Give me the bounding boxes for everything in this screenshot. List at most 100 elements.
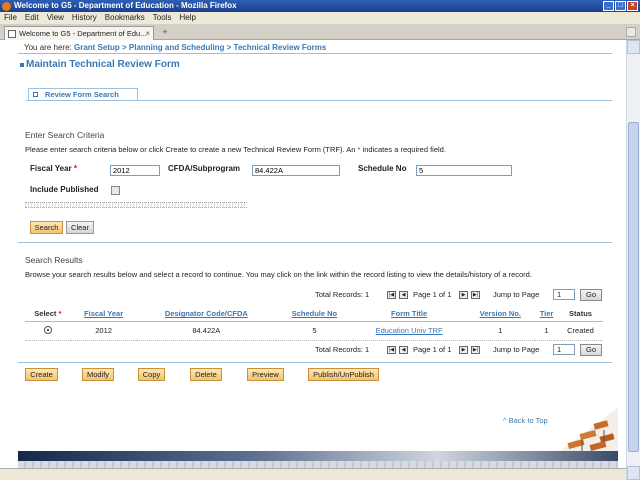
prev-page-icon[interactable]: ◀ <box>399 291 408 299</box>
back-to-top-link[interactable]: ^ Back to Top <box>503 416 548 425</box>
schedule-no-label: Schedule No <box>358 164 407 173</box>
menu-bookmarks[interactable]: Bookmarks <box>105 12 145 24</box>
new-tab-button[interactable]: + <box>158 27 172 39</box>
col-tier[interactable]: Tier <box>535 307 558 322</box>
firefox-icon <box>2 2 11 11</box>
go-button[interactable]: Go <box>580 289 602 301</box>
col-fiscal-year[interactable]: Fiscal Year <box>70 307 137 322</box>
publish-unpublish-button[interactable]: Publish/UnPublish <box>308 368 379 381</box>
divider <box>18 242 612 243</box>
menu-help[interactable]: Help <box>179 12 195 24</box>
preview-button[interactable]: Preview <box>247 368 284 381</box>
scroll-thumb[interactable] <box>628 122 639 452</box>
col-select-label: Select <box>34 309 57 319</box>
page-label: Page 1 of 1 <box>413 345 452 354</box>
go-button[interactable]: Go <box>580 344 602 356</box>
window-title: Welcome to G5 - Department of Education … <box>14 1 237 10</box>
col-designator[interactable]: Designator Code/CFDA <box>136 307 277 322</box>
breadcrumb-path[interactable]: Grant Setup > Planning and Scheduling > … <box>74 43 326 52</box>
help-text-b: indicates a required field. <box>362 145 446 154</box>
search-results-help: Browse your search results below and sel… <box>25 270 532 279</box>
menu-edit[interactable]: Edit <box>25 12 39 24</box>
close-tab-icon[interactable]: × <box>145 27 150 40</box>
form-title-link[interactable]: Education Univ TRF <box>376 326 443 335</box>
page-title: Maintain Technical Review Form <box>26 59 180 70</box>
select-cell <box>25 321 71 341</box>
last-page-icon[interactable]: ▶| <box>471 291 480 299</box>
tab-label: Review Form Search <box>45 90 119 99</box>
create-button[interactable]: Create <box>25 368 58 381</box>
status-cell: Created <box>557 321 603 341</box>
tab-list-button[interactable] <box>626 27 636 37</box>
menu-tools[interactable]: Tools <box>153 12 172 24</box>
cfda-input[interactable]: 84.422A <box>252 165 340 176</box>
schedule-no-input[interactable]: 5 <box>416 165 512 176</box>
delete-button[interactable]: Delete <box>190 368 222 381</box>
footer-banner <box>18 451 618 461</box>
jump-to-page-label: Jump to Page <box>493 345 540 354</box>
minimize-button[interactable]: _ <box>603 1 614 11</box>
tier-cell: 1 <box>535 321 558 341</box>
scroll-down-icon[interactable] <box>627 466 640 480</box>
select-radio[interactable] <box>43 325 52 334</box>
window-title-bar: Welcome to G5 - Department of Education … <box>0 0 640 12</box>
menu-file[interactable]: File <box>4 12 17 24</box>
copy-button[interactable]: Copy <box>138 368 165 381</box>
search-button[interactable]: Search <box>30 221 63 234</box>
next-page-icon[interactable]: ▶ <box>459 291 468 299</box>
fiscal-year-cell: 2012 <box>70 321 137 341</box>
window-controls: _ □ × <box>603 1 638 11</box>
close-window-button[interactable]: × <box>627 1 638 11</box>
required-star: * <box>357 145 361 154</box>
search-criteria-heading: Enter Search Criteria <box>25 130 105 140</box>
col-version-no[interactable]: Version No. <box>465 307 536 322</box>
clear-button[interactable]: Clear <box>66 221 94 234</box>
col-schedule-no[interactable]: Schedule No <box>276 307 353 322</box>
designator-cell: 84.422A <box>136 321 277 341</box>
divider <box>18 53 612 54</box>
menu-bar: File Edit View History Bookmarks Tools H… <box>0 12 640 24</box>
divider <box>26 100 612 101</box>
tab-box-icon <box>33 92 38 97</box>
pager-bottom: Total Records: 1 |◀ ◀ Page 1 of 1 ▶ ▶| J… <box>315 344 605 357</box>
browser-tab-bar: Welcome to G5 - Department of Edu... × + <box>0 24 640 40</box>
page-label: Page 1 of 1 <box>413 290 452 299</box>
search-results-heading: Search Results <box>25 255 83 265</box>
last-page-icon[interactable]: ▶| <box>471 346 480 354</box>
table-header-row: Select * Fiscal Year Designator Code/CFD… <box>25 307 603 322</box>
breadcrumb: You are here: Grant Setup > Planning and… <box>24 43 326 52</box>
maximize-button[interactable]: □ <box>615 1 626 11</box>
jump-to-page-input[interactable]: 1 <box>553 344 575 355</box>
separator <box>25 202 247 208</box>
results-table: Select * Fiscal Year Designator Code/CFD… <box>25 307 603 341</box>
col-select: Select * <box>25 307 71 322</box>
col-form-title[interactable]: Form Title <box>352 307 466 322</box>
required-star: * <box>58 309 62 319</box>
include-published-label: Include Published <box>30 185 99 194</box>
page-content: You are here: Grant Setup > Planning and… <box>0 40 626 480</box>
menu-view[interactable]: View <box>47 12 64 24</box>
search-criteria-help: Please enter search criteria below or cl… <box>25 145 446 154</box>
prev-page-icon[interactable]: ◀ <box>399 346 408 354</box>
form-title-cell: Education Univ TRF <box>352 321 466 341</box>
fiscal-year-input[interactable]: 2012 <box>110 165 160 176</box>
title-bullet-icon <box>20 63 24 67</box>
fiscal-year-label: Fiscal Year * <box>30 164 77 173</box>
first-page-icon[interactable]: |◀ <box>387 346 396 354</box>
browser-tab-label: Welcome to G5 - Department of Edu... <box>19 29 147 38</box>
breadcrumb-prefix: You are here: <box>24 43 72 52</box>
vertical-scrollbar[interactable] <box>626 40 640 480</box>
browser-tab[interactable]: Welcome to G5 - Department of Edu... × <box>4 26 154 40</box>
total-records: Total Records: 1 <box>315 345 370 354</box>
first-page-icon[interactable]: |◀ <box>387 291 396 299</box>
include-published-checkbox[interactable] <box>111 186 120 195</box>
jump-to-page-input[interactable]: 1 <box>553 289 575 300</box>
modify-button[interactable]: Modify <box>82 368 114 381</box>
col-status: Status <box>557 307 603 322</box>
cfda-label: CFDA/Subprogram <box>168 164 240 173</box>
next-page-icon[interactable]: ▶ <box>459 346 468 354</box>
total-records: Total Records: 1 <box>315 290 370 299</box>
scroll-up-icon[interactable] <box>627 40 640 54</box>
divider <box>18 362 612 363</box>
menu-history[interactable]: History <box>72 12 97 24</box>
